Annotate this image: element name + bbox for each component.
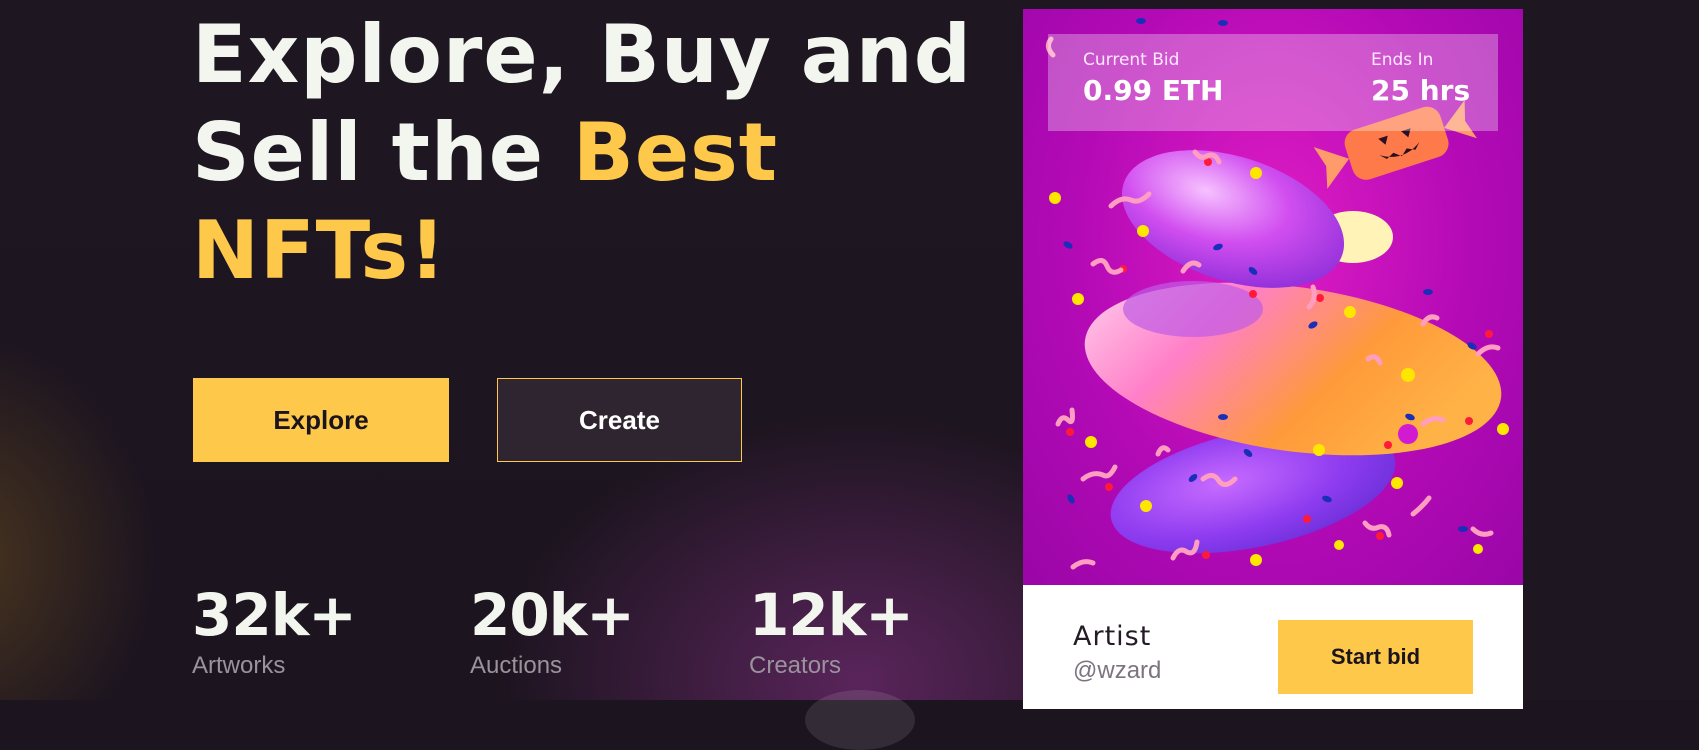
stat-value: 12k+ [749, 581, 914, 649]
nft-card[interactable]: Current Bid 0.99 ETH Ends In 25 hrs Arti… [1023, 9, 1523, 709]
stat-label: Creators [749, 652, 842, 679]
stat-creators: 12k+ Creators [749, 580, 914, 680]
card-footer: Artist @wzard Start bid [1023, 585, 1523, 709]
stat-value: 20k+ [470, 581, 635, 649]
explore-button[interactable]: Explore [193, 378, 449, 462]
nft-artwork-image[interactable]: Current Bid 0.99 ETH Ends In 25 hrs [1023, 9, 1523, 585]
hero-accent-nfts: NFTs! [192, 204, 447, 297]
start-bid-button[interactable]: Start bid [1278, 620, 1473, 694]
current-bid-value: 0.99 ETH [1083, 74, 1224, 107]
current-bid-panel: Current Bid 0.99 ETH Ends In 25 hrs [1048, 34, 1498, 131]
stat-label: Auctions [470, 652, 563, 679]
right-edge-panel [1523, 0, 1699, 700]
ends-in-value: 25 hrs [1371, 74, 1471, 107]
ends-in-label: Ends In [1371, 50, 1434, 70]
hero-line-2: Sell the [192, 106, 573, 199]
hero-title: Explore, Buy and Sell the Best NFTs! [192, 6, 972, 300]
decorative-orb [805, 690, 915, 750]
stat-value: 32k+ [192, 581, 357, 649]
stat-label: Artworks [192, 652, 286, 679]
hero-line-1: Explore, Buy and [192, 8, 972, 101]
hero-accent-best: Best [572, 106, 778, 199]
stat-artworks: 32k+ Artworks [192, 580, 357, 680]
create-button[interactable]: Create [497, 378, 742, 462]
artist-handle[interactable]: @wzard [1073, 657, 1161, 685]
stat-auctions: 20k+ Auctions [470, 580, 635, 680]
current-bid-label: Current Bid [1083, 50, 1180, 70]
artist-name: Artist [1073, 621, 1152, 652]
